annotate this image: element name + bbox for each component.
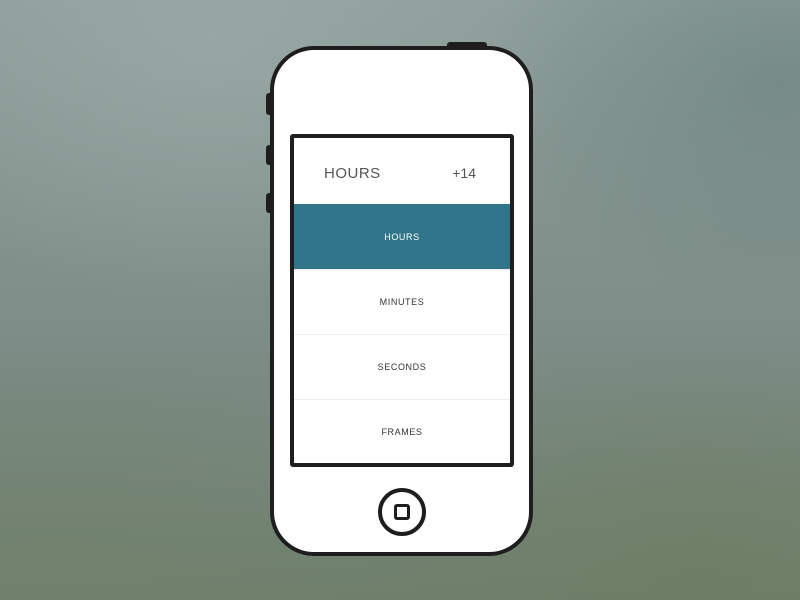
option-seconds[interactable]: SECONDS <box>294 334 510 399</box>
option-frames[interactable]: FRAMES <box>294 399 510 463</box>
home-button[interactable] <box>378 488 426 536</box>
option-label: FRAMES <box>381 427 423 437</box>
header-title: HOURS <box>324 165 381 182</box>
home-button-icon <box>394 504 410 520</box>
option-label: MINUTES <box>379 297 425 307</box>
option-label: SECONDS <box>377 362 427 372</box>
header-value: +14 <box>452 165 476 181</box>
unit-header: HOURS +14 <box>294 138 510 204</box>
option-label: HOURS <box>384 231 420 242</box>
option-hours[interactable]: HOURS <box>294 204 510 269</box>
phone-screen: HOURS +14 HOURS MINUTES SECONDS FRAMES <box>290 134 514 467</box>
option-minutes[interactable]: MINUTES <box>294 269 510 334</box>
